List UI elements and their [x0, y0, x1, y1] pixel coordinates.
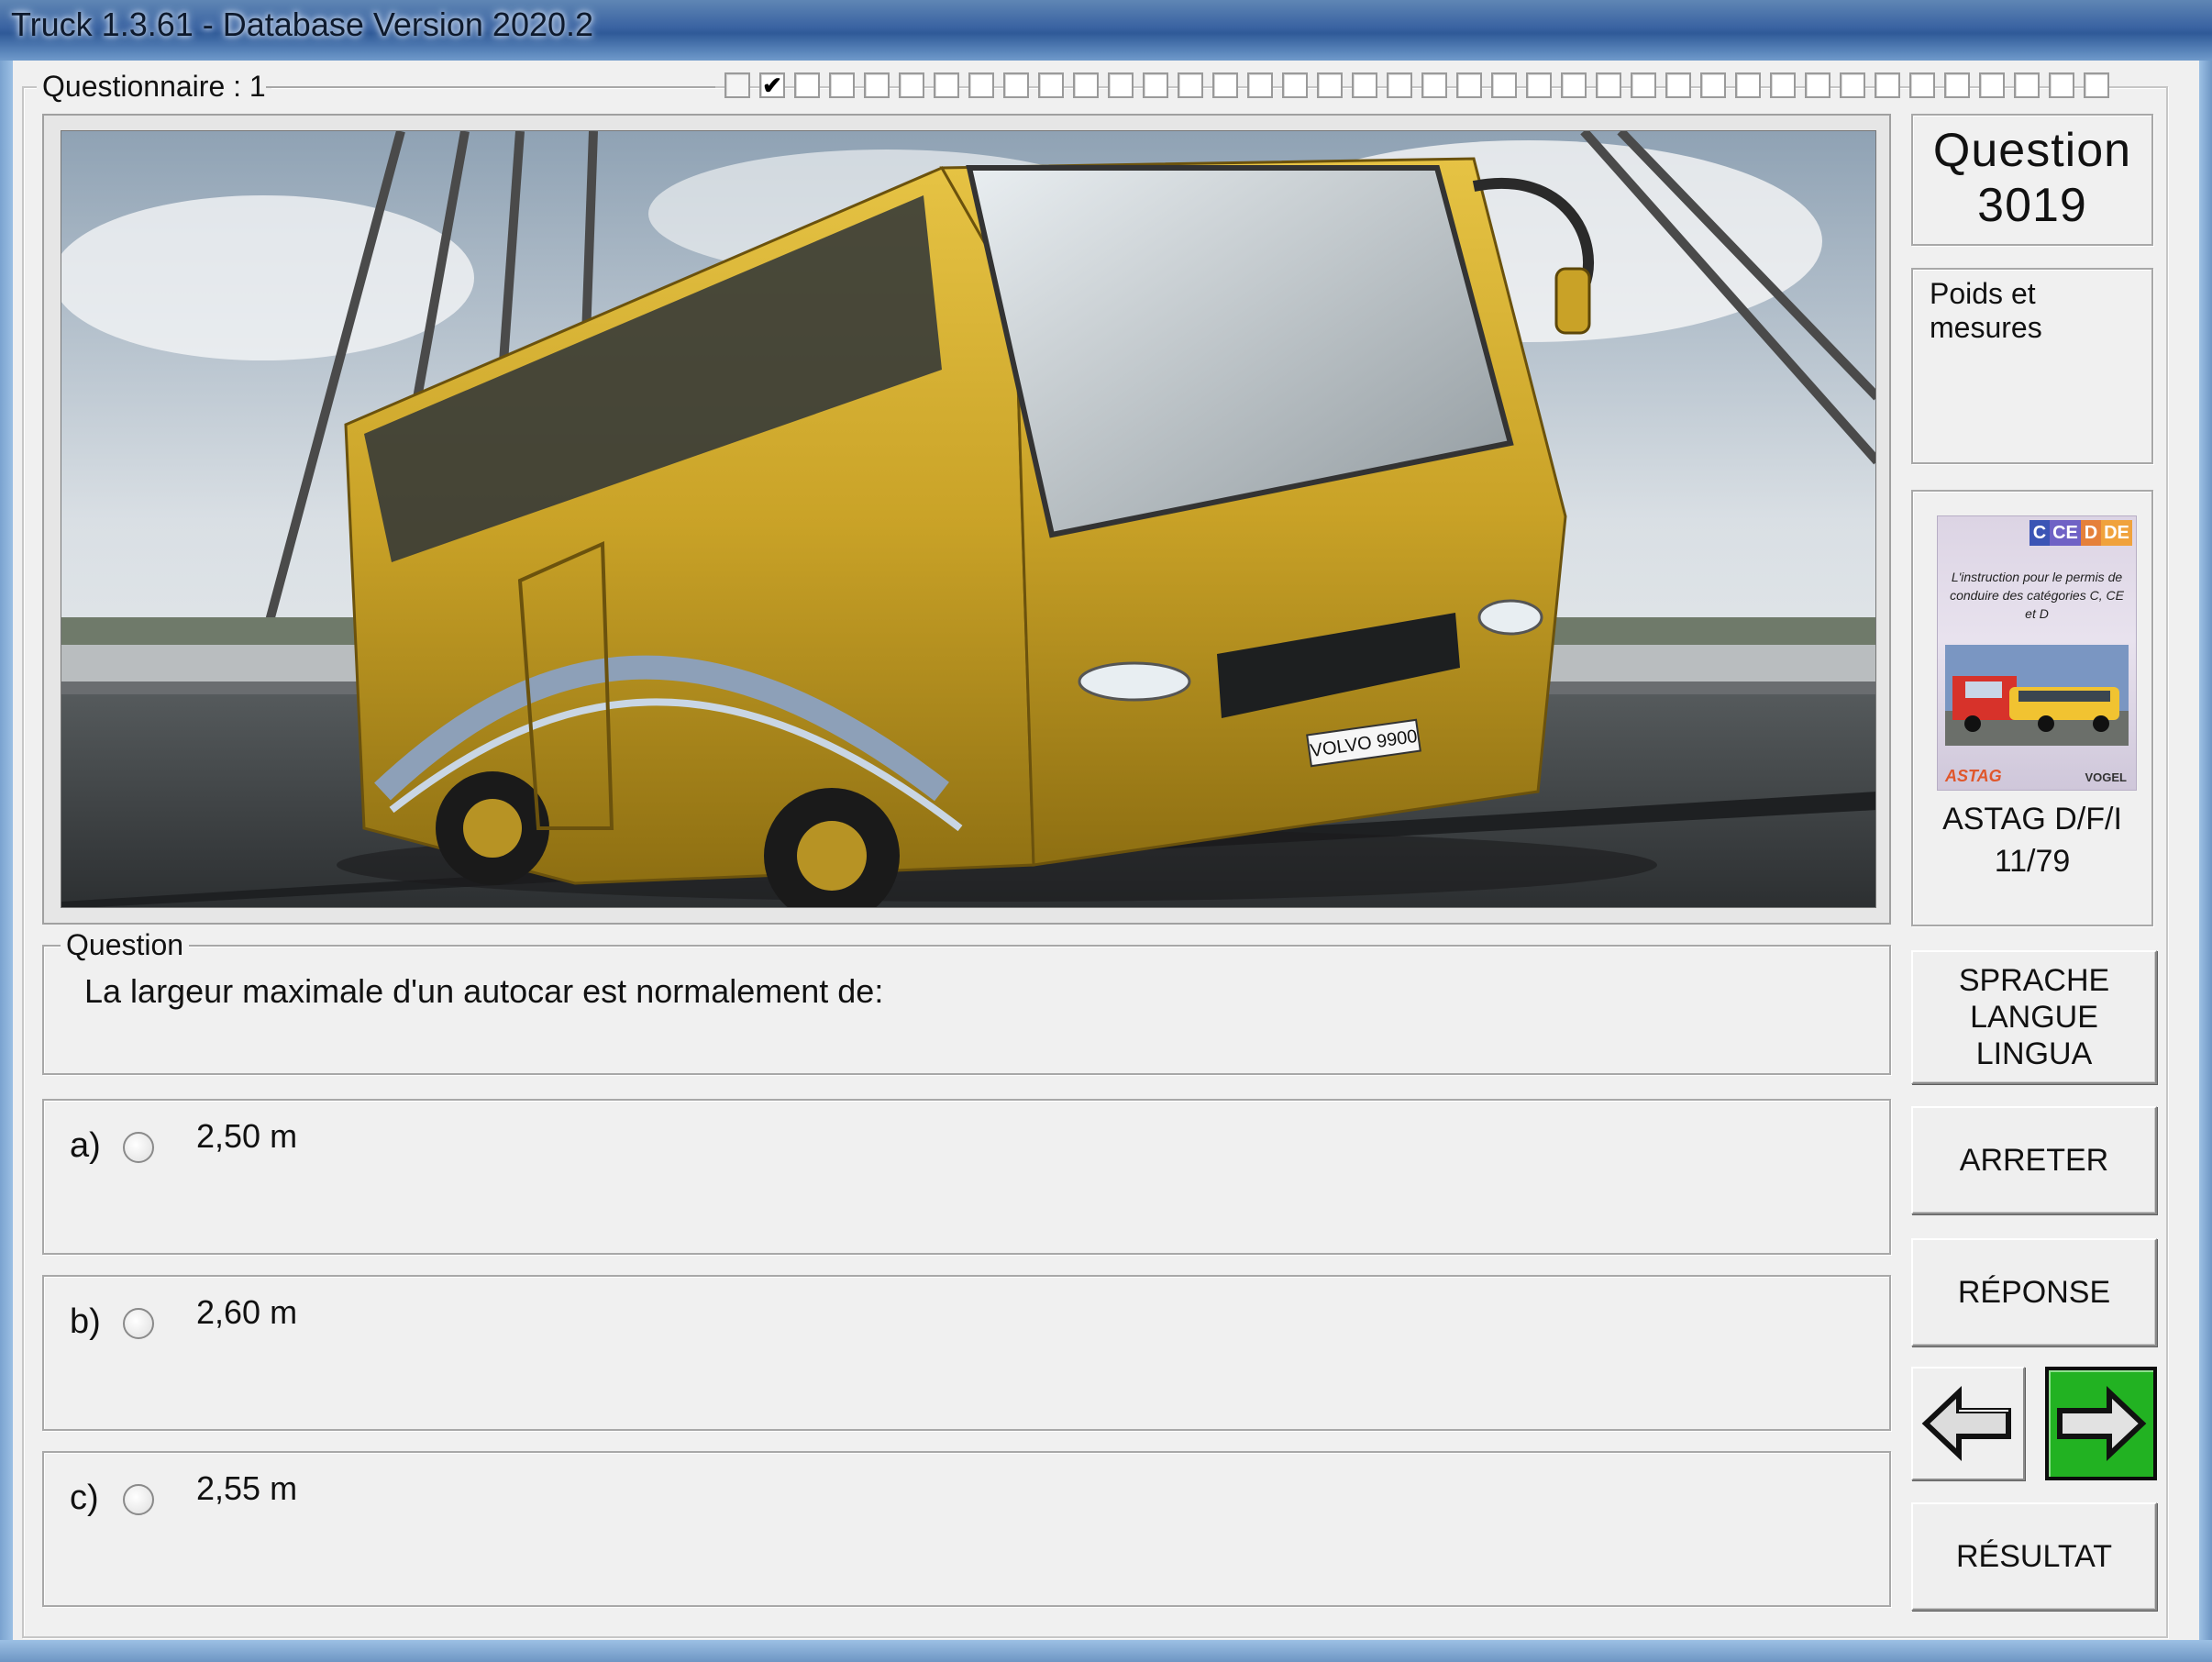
progress-square[interactable]: [1944, 72, 1970, 98]
progress-square[interactable]: [1282, 72, 1308, 98]
language-label-fr: LANGUE: [1970, 1000, 2098, 1035]
result-button[interactable]: RÉSULTAT: [1911, 1502, 2157, 1611]
cover-tag: CE: [2050, 520, 2081, 546]
progress-square[interactable]: [1596, 72, 1621, 98]
progress-square[interactable]: [724, 72, 750, 98]
progress-square[interactable]: [1561, 72, 1587, 98]
bus-photo: VOLVO 9900: [61, 130, 1876, 908]
answer-text: 2,50 m: [196, 1117, 298, 1155]
window-title: Truck 1.3.61 - Database Version 2020.2: [11, 6, 594, 43]
progress-square[interactable]: [1421, 72, 1447, 98]
progress-square[interactable]: [1387, 72, 1412, 98]
progress-square-checked[interactable]: ✔: [759, 72, 785, 98]
next-button[interactable]: [2045, 1367, 2157, 1480]
cover-tag: DE: [2101, 520, 2132, 546]
progress-square[interactable]: [1631, 72, 1656, 98]
answer-b[interactable]: b) 2,60 m: [42, 1275, 1891, 1431]
arrow-right-icon: [2057, 1386, 2147, 1461]
category-panel: Poids et mesures: [1911, 268, 2153, 464]
language-label-it: LINGUA: [1975, 1036, 2093, 1071]
progress-square[interactable]: [1665, 72, 1691, 98]
category-text: Poids et mesures: [1930, 277, 2042, 344]
book-page: 11/79: [1994, 844, 2071, 879]
answer-text: 2,55 m: [196, 1469, 298, 1507]
cover-tag: C: [2030, 520, 2050, 546]
previous-button[interactable]: [1911, 1367, 2025, 1480]
title-bar: Truck 1.3.61 - Database Version 2020.2: [0, 0, 2212, 61]
reference-book-panel: C CE D DE L'instruction pour le permis d…: [1911, 490, 2153, 926]
progress-square[interactable]: [934, 72, 959, 98]
progress-square[interactable]: [1108, 72, 1134, 98]
language-button[interactable]: SPRACHE LANGUE LINGUA: [1911, 950, 2157, 1084]
book-title: ASTAG D/F/I: [1942, 802, 2122, 837]
progress-square[interactable]: [794, 72, 820, 98]
cover-publisher-logo: VOGEL: [2085, 770, 2127, 784]
progress-square[interactable]: [1979, 72, 2005, 98]
cover-brand-logo: ASTAG: [1945, 767, 2002, 785]
answer-a[interactable]: a) 2,50 m: [42, 1099, 1891, 1255]
progress-square[interactable]: [1840, 72, 1865, 98]
answer-radio[interactable]: [123, 1132, 154, 1163]
question-group-label: Question: [61, 928, 190, 962]
progress-square[interactable]: [899, 72, 924, 98]
progress-square[interactable]: [1456, 72, 1482, 98]
question-number-panel: Question 3019: [1911, 114, 2153, 246]
answer-letter: b): [70, 1302, 101, 1341]
cover-truck-picture: [1945, 645, 2129, 746]
stop-button[interactable]: ARRETER: [1911, 1106, 2157, 1214]
answer-letter: a): [70, 1126, 101, 1165]
progress-square[interactable]: [1909, 72, 1935, 98]
questionnaire-label: Questionnaire : 1: [37, 70, 271, 104]
answer-letter: c): [70, 1479, 99, 1517]
cover-tag: D: [2081, 520, 2101, 546]
progress-square[interactable]: [1875, 72, 1900, 98]
question-progress: ✔: [724, 72, 2109, 102]
cover-text: L'instruction pour le permis de conduire…: [1950, 570, 2124, 621]
progress-square[interactable]: [1247, 72, 1273, 98]
progress-square[interactable]: [829, 72, 855, 98]
answer-button[interactable]: RÉPONSE: [1911, 1238, 2157, 1346]
answer-c[interactable]: c) 2,55 m: [42, 1451, 1891, 1607]
progress-square[interactable]: [1491, 72, 1517, 98]
progress-square[interactable]: [2049, 72, 2074, 98]
answer-radio[interactable]: [123, 1308, 154, 1339]
progress-square[interactable]: [2084, 72, 2109, 98]
language-label-de: SPRACHE: [1958, 963, 2110, 998]
progress-square[interactable]: [1143, 72, 1168, 98]
book-cover-image: C CE D DE L'instruction pour le permis d…: [1937, 515, 2137, 791]
progress-square[interactable]: [1317, 72, 1343, 98]
arrow-left-icon: [1921, 1386, 2011, 1461]
questionnaire-rule: [266, 86, 715, 88]
progress-square[interactable]: [864, 72, 890, 98]
progress-square[interactable]: [1700, 72, 1726, 98]
progress-square[interactable]: [1038, 72, 1064, 98]
answer-radio[interactable]: [123, 1484, 154, 1515]
progress-square[interactable]: [1178, 72, 1203, 98]
progress-square[interactable]: [2014, 72, 2040, 98]
progress-square[interactable]: [1352, 72, 1377, 98]
window-bottom-edge: [0, 1640, 2212, 1662]
question-number-label: Question: [1932, 124, 2132, 177]
progress-square[interactable]: [968, 72, 994, 98]
progress-square[interactable]: [1805, 72, 1830, 98]
progress-square[interactable]: [1073, 72, 1099, 98]
progress-square[interactable]: [1770, 72, 1796, 98]
progress-square[interactable]: [1526, 72, 1552, 98]
progress-square[interactable]: [1212, 72, 1238, 98]
progress-square[interactable]: [1735, 72, 1761, 98]
progress-square[interactable]: [1003, 72, 1029, 98]
question-text: La largeur maximale d'un autocar est nor…: [84, 972, 884, 1010]
answer-text: 2,60 m: [196, 1293, 298, 1331]
question-number: 3019: [1977, 179, 2087, 232]
image-panel: VOLVO 9900: [42, 114, 1891, 925]
